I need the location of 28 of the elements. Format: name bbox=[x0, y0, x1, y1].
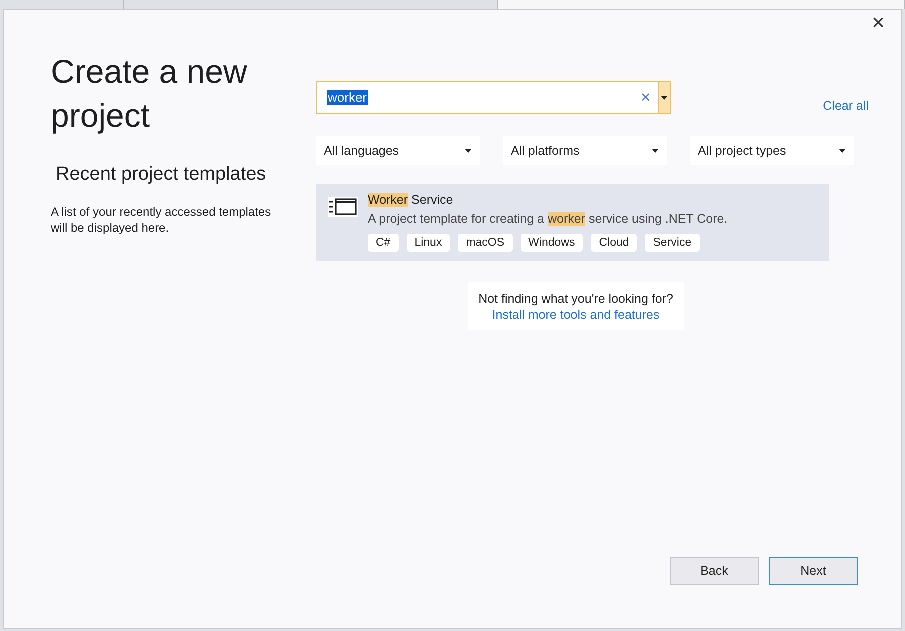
filter-dropdown[interactable]: All platforms bbox=[503, 136, 667, 165]
filter-dropdown[interactable]: All languages bbox=[316, 136, 480, 165]
clear-search-button[interactable]: × bbox=[634, 82, 658, 113]
tag: Service bbox=[645, 234, 700, 252]
tag: Linux bbox=[406, 234, 450, 252]
caret-icon bbox=[839, 148, 846, 152]
search-field[interactable]: worker × bbox=[316, 81, 671, 114]
search-history-button[interactable] bbox=[658, 82, 670, 113]
close-button[interactable]: × bbox=[868, 12, 889, 34]
caret-icon bbox=[661, 96, 668, 100]
tag: macOS bbox=[458, 234, 513, 252]
filter-dropdown[interactable]: All project types bbox=[690, 136, 854, 165]
tag: C# bbox=[368, 234, 399, 252]
install-link[interactable]: Install more tools and features bbox=[492, 307, 660, 323]
dialog-button[interactable]: Next bbox=[769, 557, 858, 585]
template-name: Worker Service bbox=[368, 192, 454, 208]
help-text: Not finding what you're looking for? bbox=[478, 291, 674, 307]
caret-icon bbox=[652, 148, 659, 152]
window-icon bbox=[328, 197, 358, 219]
dialog-button[interactable]: Back bbox=[670, 557, 759, 585]
dialog-title: Create a new project bbox=[51, 52, 248, 136]
clear-all-link[interactable]: Clear all bbox=[823, 99, 869, 113]
tag: Windows bbox=[520, 234, 584, 252]
tag: Cloud bbox=[591, 234, 638, 252]
browser-tab[interactable] bbox=[498, 0, 905, 9]
caret-icon bbox=[465, 148, 472, 152]
empty-message: A list of your recently accessed templates will be displayed here. bbox=[51, 204, 272, 236]
section-heading: Recent project templates bbox=[56, 164, 268, 186]
